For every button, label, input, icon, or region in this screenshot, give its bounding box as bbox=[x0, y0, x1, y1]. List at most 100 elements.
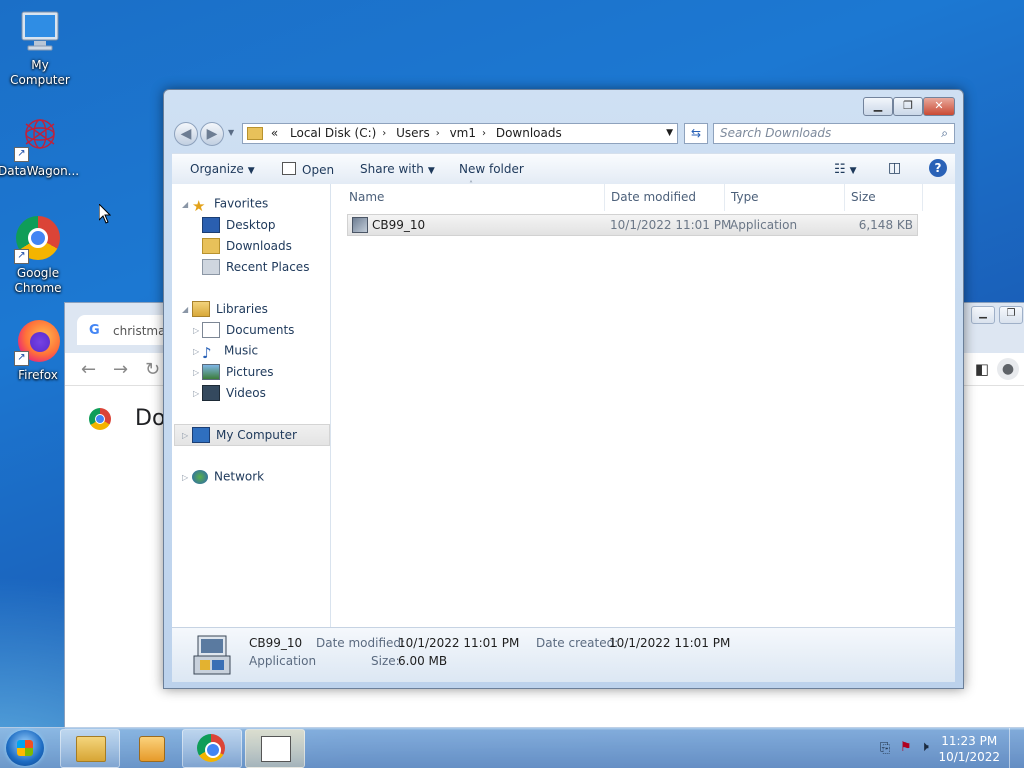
view-options-button[interactable]: ☷ ▼ bbox=[834, 162, 857, 177]
side-panel-icon[interactable]: ◧ bbox=[975, 360, 989, 378]
nav-recent-places[interactable]: Recent Places bbox=[202, 259, 309, 275]
reload-icon[interactable]: ↻ bbox=[145, 359, 160, 380]
desktop-icon-datawagon[interactable]: ↗ DataWagon... bbox=[0, 114, 79, 179]
column-header-date-modified[interactable]: Date modified bbox=[605, 184, 725, 211]
collapse-arrow-icon[interactable]: ▷ bbox=[193, 389, 199, 398]
chevron-down-icon: ▼ bbox=[427, 166, 435, 176]
chevron-down-icon: ▼ bbox=[247, 166, 255, 176]
share-with-button[interactable]: Share with ▼ bbox=[360, 162, 435, 176]
nav-label: Videos bbox=[226, 386, 266, 400]
folder-icon bbox=[76, 736, 106, 762]
forward-arrow-icon[interactable]: → bbox=[113, 359, 128, 380]
details-pane: CB99_10 Application Date modified: 10/1/… bbox=[172, 627, 955, 682]
collapse-arrow-icon[interactable]: ▷ bbox=[182, 473, 188, 482]
details-size-label: Size: bbox=[371, 654, 400, 668]
nav-label: Network bbox=[214, 469, 265, 484]
profile-icon[interactable]: ● bbox=[997, 358, 1019, 380]
nav-label: Libraries bbox=[216, 302, 268, 316]
nav-label: Recent Places bbox=[226, 260, 310, 274]
minimize-button[interactable]: ▁ bbox=[863, 97, 893, 116]
collapse-arrow-icon[interactable]: ▷ bbox=[182, 431, 188, 440]
nav-label: Downloads bbox=[226, 239, 292, 253]
computer-icon bbox=[16, 8, 64, 56]
details-file-name: CB99_10 bbox=[249, 636, 303, 650]
breadcrumb-overflow[interactable]: « bbox=[271, 126, 278, 140]
address-dropdown-icon[interactable]: ▼ bbox=[666, 124, 673, 143]
shortcut-arrow-icon: ↗ bbox=[14, 147, 29, 162]
collapse-arrow-icon[interactable]: ▷ bbox=[193, 326, 199, 335]
system-tray: ⎘ ⚑ 🕨 11:23 PM 10/1/2022 bbox=[854, 728, 1024, 768]
nav-libraries[interactable]: Libraries bbox=[192, 301, 268, 317]
nav-network[interactable]: Network bbox=[192, 469, 264, 484]
desktop-icon-google-chrome[interactable]: ↗ Google Chrome bbox=[0, 216, 78, 296]
breadcrumb-separator-icon[interactable]: › bbox=[482, 128, 486, 139]
folder-icon bbox=[247, 127, 263, 140]
chrome-center-icon bbox=[205, 742, 221, 758]
details-date-created: 10/1/2022 11:01 PM bbox=[609, 636, 731, 650]
open-button[interactable]: Open bbox=[282, 162, 334, 177]
column-header-name[interactable]: Name bbox=[343, 184, 605, 211]
minimize-icon[interactable]: ▁ bbox=[971, 306, 995, 324]
explorer-body: ◢ ★ Favorites Desktop Downloads Recent Pl… bbox=[172, 180, 955, 628]
breadcrumb-separator-icon[interactable]: › bbox=[382, 128, 386, 139]
downloads-folder-icon bbox=[202, 238, 220, 254]
file-size: 6,148 KB bbox=[858, 218, 913, 232]
desktop-icon-label: Google Chrome bbox=[14, 266, 62, 295]
nav-downloads[interactable]: Downloads bbox=[202, 238, 292, 254]
help-icon[interactable]: ? bbox=[929, 159, 947, 177]
breadcrumb-vm1[interactable]: vm1 bbox=[450, 126, 476, 140]
network-tray-icon[interactable]: ⎘ bbox=[880, 741, 890, 756]
google-favicon-icon: G bbox=[89, 323, 100, 338]
nav-videos[interactable]: Videos bbox=[202, 385, 266, 401]
nav-music[interactable]: ♪ Music bbox=[202, 343, 258, 362]
desktop-icon-my-computer[interactable]: My Computer bbox=[0, 8, 80, 88]
collapse-arrow-icon[interactable]: ▷ bbox=[193, 368, 199, 377]
show-desktop-button[interactable] bbox=[1009, 728, 1024, 768]
maximize-button[interactable]: ❐ bbox=[893, 97, 923, 116]
forward-button[interactable]: ▶ bbox=[200, 122, 224, 146]
nav-pictures[interactable]: Pictures bbox=[202, 364, 274, 380]
recent-pages-dropdown-icon[interactable]: ▼ bbox=[228, 128, 234, 137]
search-input[interactable]: Search Downloads ⌕ bbox=[713, 123, 955, 144]
organize-button[interactable]: Organize ▼ bbox=[190, 162, 255, 176]
start-button[interactable] bbox=[6, 730, 44, 766]
taskbar-chrome-button[interactable] bbox=[182, 729, 242, 768]
clock[interactable]: 11:23 PM 10/1/2022 bbox=[938, 733, 1000, 765]
pictures-icon bbox=[202, 364, 220, 380]
volume-icon[interactable]: 🕨 bbox=[920, 739, 929, 755]
nav-documents[interactable]: Documents bbox=[202, 322, 294, 338]
nav-my-computer[interactable]: My Computer bbox=[192, 427, 297, 443]
action-center-flag-icon[interactable]: ⚑ bbox=[900, 740, 912, 755]
back-arrow-icon[interactable]: ← bbox=[81, 359, 96, 380]
computer-icon bbox=[192, 427, 210, 443]
breadcrumb-local-disk[interactable]: Local Disk (C:) bbox=[290, 126, 376, 140]
nav-desktop[interactable]: Desktop bbox=[202, 217, 276, 233]
taskbar-tasks-button[interactable] bbox=[245, 729, 305, 768]
breadcrumb-users[interactable]: Users bbox=[396, 126, 430, 140]
column-header-type[interactable]: Type bbox=[725, 184, 845, 211]
back-button[interactable]: ◀ bbox=[174, 122, 198, 146]
chrome-window-controls: ▁ ❐ bbox=[969, 303, 1024, 325]
breadcrumb-downloads[interactable]: Downloads bbox=[496, 126, 562, 140]
file-list: ˄ Name Date modified Type Size CB99_10 1… bbox=[331, 180, 955, 628]
libraries-icon bbox=[192, 301, 210, 317]
file-row[interactable]: CB99_10 10/1/2022 11:01 PM Application 6… bbox=[347, 214, 918, 236]
chevron-down-icon: ▼ bbox=[849, 166, 857, 176]
close-button[interactable]: ✕ bbox=[923, 97, 955, 116]
checklist-icon bbox=[261, 736, 291, 762]
collapse-arrow-icon[interactable]: ▷ bbox=[193, 347, 199, 356]
address-bar[interactable]: « Local Disk (C:) › Users › vm1 › Downloads… bbox=[242, 123, 678, 144]
taskbar-media-player-button[interactable] bbox=[122, 729, 182, 768]
expand-arrow-icon[interactable]: ◢ bbox=[182, 305, 188, 314]
preview-pane-icon[interactable]: ◫ bbox=[888, 160, 901, 176]
explorer-window[interactable]: ▁ ❐ ✕ ◀ ▶ ▼ « Local Disk (C:) › Users › vm1 ›… bbox=[163, 89, 964, 689]
nav-favorites[interactable]: ★ Favorites bbox=[192, 196, 268, 215]
breadcrumb-separator-icon[interactable]: › bbox=[436, 128, 440, 139]
expand-arrow-icon[interactable]: ◢ bbox=[182, 200, 188, 209]
new-folder-button[interactable]: New folder bbox=[459, 162, 524, 176]
restore-icon[interactable]: ❐ bbox=[999, 306, 1023, 324]
share-with-label: Share with bbox=[360, 162, 424, 176]
refresh-button[interactable]: ⇆ bbox=[684, 123, 708, 144]
column-header-size[interactable]: Size bbox=[845, 184, 923, 211]
taskbar-explorer-button[interactable] bbox=[60, 729, 120, 768]
